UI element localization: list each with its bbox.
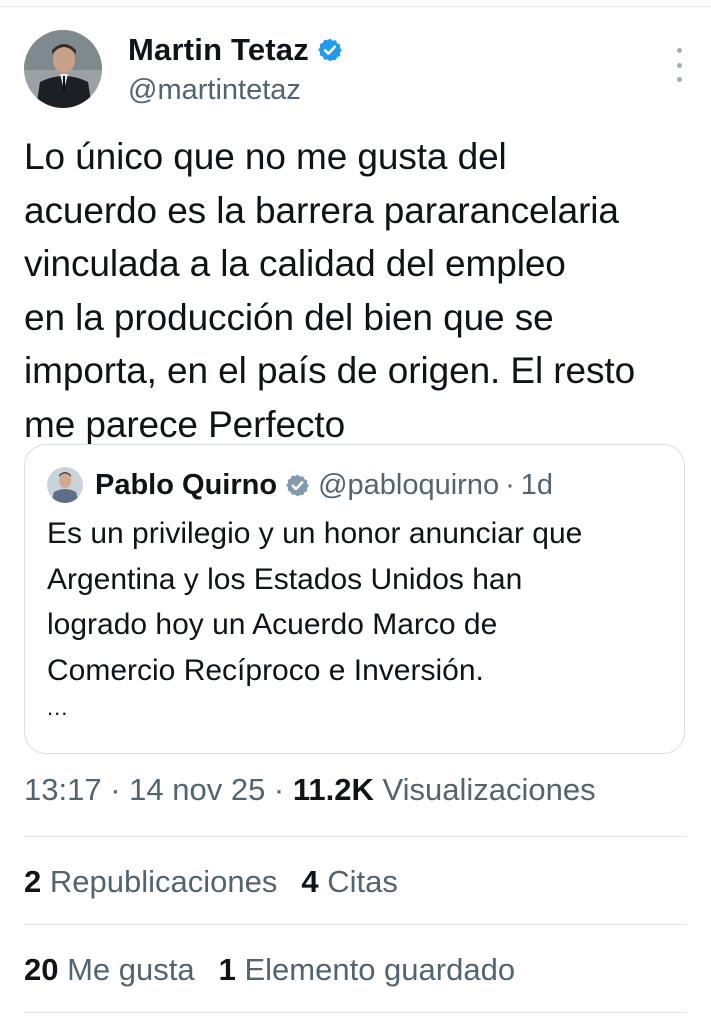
bookmarks-count: 1 xyxy=(218,952,236,987)
quoted-author-handle[interactable]: @pabloquirno xyxy=(318,469,499,502)
likes-count: 20 xyxy=(24,952,59,987)
quoted-author-avatar[interactable] xyxy=(47,467,83,503)
quoted-line: Comercio Recíproco e Inversión. xyxy=(47,653,484,687)
tweet-line: en la producción del bien que se xyxy=(24,296,554,338)
tweet-text: Lo único que no me gusta del acuerdo es … xyxy=(24,130,694,451)
tweet-header: Martin Tetaz @martintetaz xyxy=(24,30,684,110)
author-name[interactable]: Martin Tetaz xyxy=(128,32,309,68)
likes-label: Me gusta xyxy=(58,952,195,987)
quoted-line: Argentina y los Estados Unidos han xyxy=(47,562,523,596)
tweet-line: me parece Perfecto xyxy=(24,403,346,445)
more-options-icon[interactable] xyxy=(674,48,684,82)
quoted-line: logrado hoy un Acuerdo Marco de xyxy=(47,608,498,641)
divider xyxy=(24,1012,687,1013)
quotes-stat[interactable]: 4 Citas xyxy=(301,864,398,899)
stats-row-reposts: 2 Republicaciones 4 Citas xyxy=(24,864,398,900)
likes-stat[interactable]: 20 Me gusta xyxy=(24,952,195,987)
tweet-line: importa, en el país de origen. El resto xyxy=(24,350,636,391)
author-avatar[interactable] xyxy=(24,30,102,108)
verified-badge-icon xyxy=(318,38,342,62)
tweet-meta: 13:17 · 14 nov 25 · 11.2K Visualizacione… xyxy=(24,772,596,808)
quoted-tweet-header: Pablo Quirno @pabloquirno · 1d xyxy=(47,467,553,503)
bookmarks-stat[interactable]: 1 Elemento guardado xyxy=(219,952,515,987)
author-handle[interactable]: @martintetaz xyxy=(128,74,301,107)
tweet-line: Lo único que no me gusta del xyxy=(24,136,507,177)
reposts-count: 2 xyxy=(24,864,42,899)
reposts-stat[interactable]: 2 Republicaciones xyxy=(24,864,277,899)
tweet-date[interactable]: 14 nov 25 xyxy=(129,772,265,807)
quotes-label: Citas xyxy=(318,864,398,899)
quoted-tweet-text: Es un privilegio y un honor anunciar que… xyxy=(47,511,667,693)
divider xyxy=(24,836,687,837)
top-border xyxy=(0,0,711,7)
separator-dot: · xyxy=(505,468,515,501)
quoted-tweet-time[interactable]: 1d xyxy=(521,469,553,502)
separator-dot: · xyxy=(101,772,130,807)
quoted-line: Es un privilegio y un honor anunciar que xyxy=(47,517,583,550)
tweet-line: acuerdo es la barrera pararancelaria xyxy=(24,189,619,231)
divider xyxy=(24,924,687,925)
separator-dot: · xyxy=(265,772,293,807)
views-count[interactable]: 11.2K xyxy=(293,772,374,807)
quoted-author-name[interactable]: Pablo Quirno xyxy=(95,469,277,502)
tweet-line: vinculada a la calidad del empleo xyxy=(24,243,566,284)
quoted-tweet-card[interactable]: Pablo Quirno @pabloquirno · 1d Es un pri… xyxy=(24,444,685,754)
stats-row-likes: 20 Me gusta 1 Elemento guardado xyxy=(24,952,515,988)
bookmarks-label: Elemento guardado xyxy=(235,952,516,987)
quotes-count: 4 xyxy=(301,864,319,899)
views-label[interactable]: Visualizaciones xyxy=(374,772,596,807)
reposts-label: Republicaciones xyxy=(41,864,278,899)
quoted-tweet-ellipsis: ... xyxy=(47,695,69,720)
verified-badge-icon xyxy=(286,474,310,496)
tweet-time[interactable]: 13:17 xyxy=(24,772,102,807)
